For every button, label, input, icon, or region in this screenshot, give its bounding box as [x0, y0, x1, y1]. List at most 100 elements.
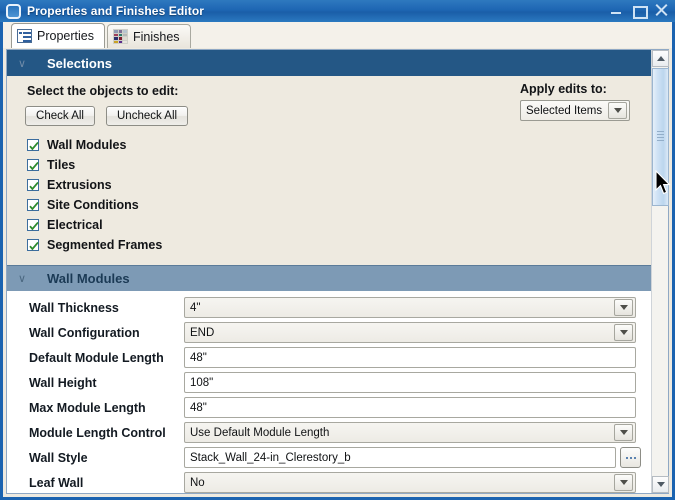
dropdown-module-length-control[interactable]: Use Default Module Length: [184, 422, 636, 443]
checkbox-label-wall-modules: Wall Modules: [47, 138, 127, 152]
object-type-checkbox-list: Wall Modules Tiles Extrusions Site Condi…: [27, 135, 652, 255]
field-control-leaf-wall: No: [184, 472, 636, 493]
value-wall-configuration: END: [190, 326, 215, 339]
scrollbar-thumb[interactable]: [652, 68, 669, 206]
field-row-wall-style: Wall Style Stack_Wall_24-in_Clerestory_b: [7, 445, 652, 470]
field-control-wall-configuration: END: [184, 322, 636, 343]
apply-edits-value: Selected Items: [526, 104, 603, 117]
chevron-down-icon[interactable]: [614, 299, 633, 316]
field-control-default-module-length: 48": [184, 347, 636, 368]
checkbox-row-tiles[interactable]: Tiles: [27, 155, 652, 175]
browse-ellipsis-button[interactable]: [620, 447, 641, 468]
checkbox-label-electrical: Electrical: [47, 218, 103, 232]
checkbox-label-tiles: Tiles: [47, 158, 76, 172]
value-leaf-wall: No: [190, 476, 205, 489]
window-title: Properties and Finishes Editor: [27, 4, 205, 18]
field-row-default-module-length: Default Module Length 48": [7, 345, 652, 370]
application-window: Properties and Finishes Editor Propertie…: [0, 0, 675, 500]
value-module-length-control: Use Default Module Length: [190, 426, 330, 439]
dropdown-wall-configuration[interactable]: END: [184, 322, 636, 343]
checkbox-row-wall-modules[interactable]: Wall Modules: [27, 135, 652, 155]
field-row-wall-height: Wall Height 108": [7, 370, 652, 395]
chevron-down-icon[interactable]: [614, 324, 633, 341]
field-control-max-module-length: 48": [184, 397, 636, 418]
apply-edits-group: Apply edits to: Selected Items: [520, 82, 630, 121]
input-wall-style[interactable]: Stack_Wall_24-in_Clerestory_b: [184, 447, 616, 468]
checkbox-label-extrusions: Extrusions: [47, 178, 112, 192]
check-all-button[interactable]: Check All: [25, 106, 95, 126]
properties-scroll-content: ∨ Selections Select the objects to edit:…: [7, 50, 652, 493]
tab-strip: Properties Finishes: [3, 22, 672, 48]
tab-finishes-label: Finishes: [132, 29, 180, 44]
checkbox-label-segmented-frames: Segmented Frames: [47, 238, 163, 252]
input-default-module-length[interactable]: 48": [184, 347, 636, 368]
input-wall-height[interactable]: 108": [184, 372, 636, 393]
field-row-wall-configuration: Wall Configuration END: [7, 320, 652, 345]
checkbox-tiles[interactable]: [27, 159, 39, 171]
chevron-down-icon[interactable]: ∨: [7, 272, 37, 285]
value-wall-style: Stack_Wall_24-in_Clerestory_b: [190, 451, 351, 464]
field-label-wall-thickness: Wall Thickness: [29, 300, 119, 315]
rounded-square-icon: [6, 3, 21, 19]
checkbox-row-electrical[interactable]: Electrical: [27, 215, 652, 235]
field-row-module-length-control: Module Length Control Use Default Module…: [7, 420, 652, 445]
scroll-up-button[interactable]: [652, 50, 669, 67]
tab-properties[interactable]: Properties: [11, 23, 105, 48]
section-header-selections[interactable]: ∨ Selections: [7, 50, 652, 76]
field-label-wall-configuration: Wall Configuration: [29, 325, 140, 340]
value-default-module-length: 48": [190, 351, 207, 364]
field-row-max-module-length: Max Module Length 48": [7, 395, 652, 420]
chevron-down-icon[interactable]: [614, 424, 633, 441]
apply-edits-dropdown[interactable]: Selected Items: [520, 100, 630, 121]
value-max-module-length: 48": [190, 401, 207, 414]
tab-properties-label: Properties: [37, 29, 94, 43]
field-label-wall-style: Wall Style: [29, 450, 88, 465]
checkbox-segmented-frames[interactable]: [27, 239, 39, 251]
window-controls: [610, 3, 669, 19]
chevron-down-icon[interactable]: [614, 474, 633, 491]
color-swatch-grid-icon: [112, 29, 128, 44]
field-label-default-module-length: Default Module Length: [29, 350, 164, 365]
checkbox-label-site-conditions: Site Conditions: [47, 198, 139, 212]
title-bar: Properties and Finishes Editor: [0, 0, 675, 22]
section-header-wall-modules-label: Wall Modules: [47, 271, 130, 286]
checkbox-wall-modules[interactable]: [27, 139, 39, 151]
dropdown-leaf-wall[interactable]: No: [184, 472, 636, 493]
dropdown-wall-thickness[interactable]: 4": [184, 297, 636, 318]
chevron-down-icon[interactable]: ∨: [7, 57, 37, 70]
input-max-module-length[interactable]: 48": [184, 397, 636, 418]
scroll-down-button[interactable]: [652, 476, 669, 493]
minimize-icon[interactable]: [610, 4, 623, 17]
field-label-max-module-length: Max Module Length: [29, 400, 146, 415]
checkbox-site-conditions[interactable]: [27, 199, 39, 211]
checkbox-row-extrusions[interactable]: Extrusions: [27, 175, 652, 195]
close-icon[interactable]: [654, 3, 669, 18]
field-row-leaf-wall: Leaf Wall No: [7, 470, 652, 493]
maximize-icon[interactable]: [632, 4, 648, 19]
section-header-wall-modules[interactable]: ∨ Wall Modules: [7, 265, 652, 291]
scrollbar-grip-icon: [657, 131, 664, 143]
field-control-wall-height: 108": [184, 372, 636, 393]
list-icon: [17, 29, 32, 43]
field-label-module-length-control: Module Length Control: [29, 425, 166, 440]
checkbox-electrical[interactable]: [27, 219, 39, 231]
field-control-wall-style: Stack_Wall_24-in_Clerestory_b: [184, 447, 641, 468]
apply-edits-label: Apply edits to:: [520, 82, 607, 96]
vertical-scrollbar[interactable]: [651, 50, 669, 493]
checkbox-extrusions[interactable]: [27, 179, 39, 191]
value-wall-thickness: 4": [190, 301, 201, 314]
value-wall-height: 108": [190, 376, 214, 389]
uncheck-all-button[interactable]: Uncheck All: [106, 106, 189, 126]
wall-modules-fields: Wall Thickness 4" Wall Configuration END…: [7, 291, 652, 493]
properties-panel: ∨ Selections Select the objects to edit:…: [6, 49, 669, 494]
checkbox-row-segmented-frames[interactable]: Segmented Frames: [27, 235, 652, 255]
field-row-wall-thickness: Wall Thickness 4": [7, 295, 652, 320]
field-label-leaf-wall: Leaf Wall: [29, 475, 84, 490]
tab-finishes[interactable]: Finishes: [106, 24, 191, 48]
client-area: Properties Finishes ∨ Selections Select …: [0, 22, 675, 500]
selections-body: Select the objects to edit: Check All Un…: [7, 76, 652, 265]
field-control-module-length-control: Use Default Module Length: [184, 422, 636, 443]
checkbox-row-site-conditions[interactable]: Site Conditions: [27, 195, 652, 215]
chevron-down-icon[interactable]: [608, 102, 627, 119]
field-control-wall-thickness: 4": [184, 297, 636, 318]
